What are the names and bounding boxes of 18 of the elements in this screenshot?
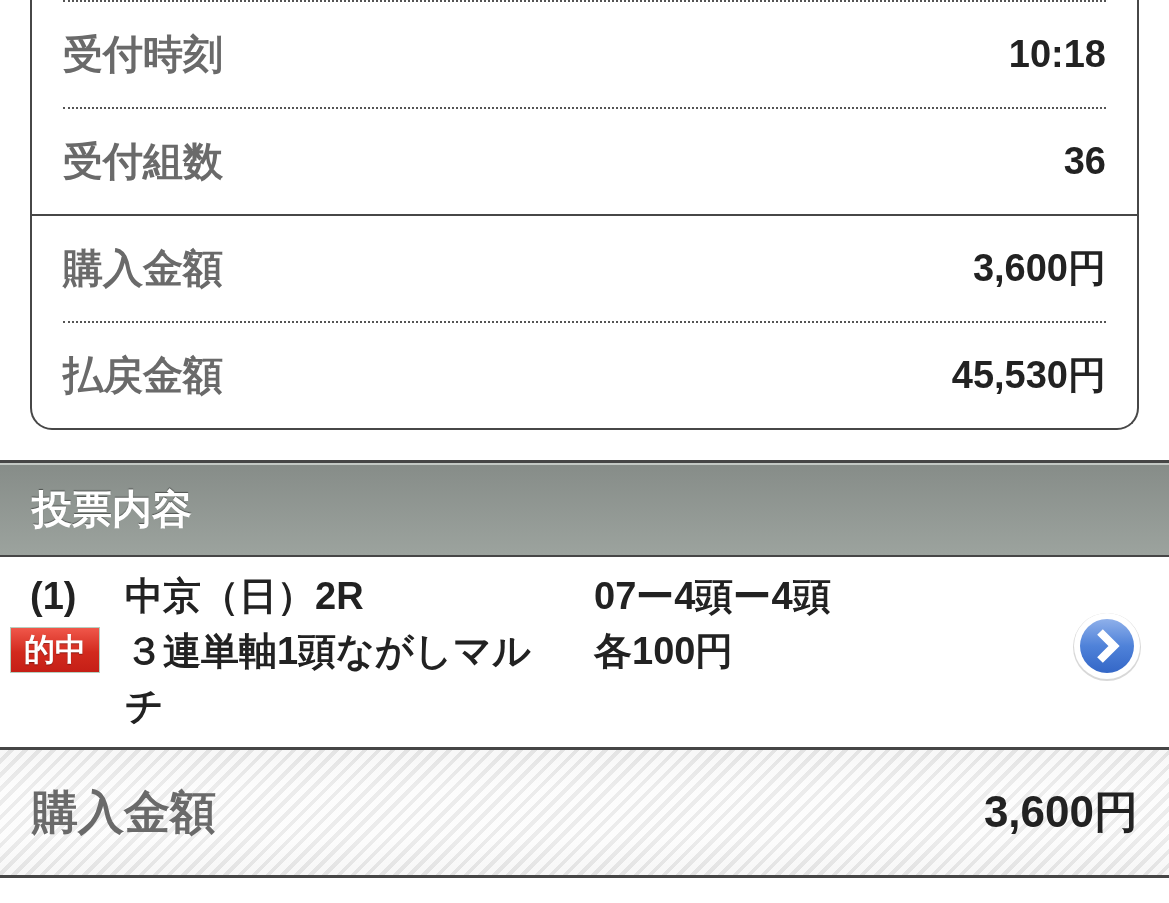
bet-selection: 07ー4頭ー4頭	[594, 574, 831, 619]
row-value: 36	[1063, 140, 1106, 183]
row-label: 購入金額	[63, 245, 223, 292]
row-label: 受付時刻	[63, 31, 223, 78]
race-name: 中京（日）2R	[125, 574, 364, 619]
bet-type: ３連単軸1頭ながしマルチ	[125, 629, 533, 729]
result-badge: 的中	[10, 627, 100, 673]
bet-amount: 各100円	[594, 629, 734, 674]
row-label: 受付組数	[63, 138, 223, 185]
row-value: 45,530円	[951, 353, 1106, 398]
row-value: 3,600円	[972, 246, 1106, 291]
row-value: 10:18	[1008, 33, 1106, 76]
total-label: 購入金額	[32, 784, 216, 840]
bet-number: (1)	[30, 574, 77, 619]
chevron-right-icon[interactable]	[1072, 611, 1142, 682]
row-label: 払戻金額	[63, 352, 223, 399]
total-value: 3,600円	[983, 786, 1138, 838]
section-title: 投票内容	[32, 485, 192, 533]
